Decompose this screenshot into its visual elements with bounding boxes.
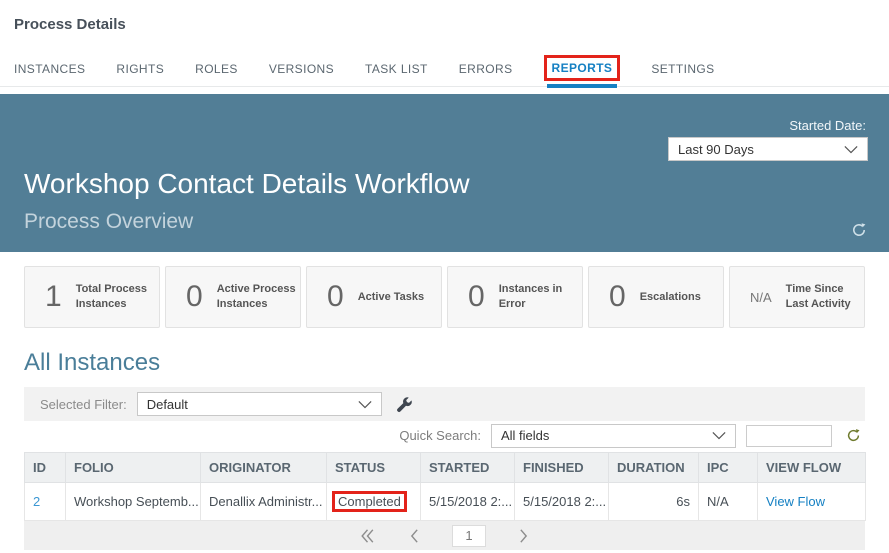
stat-escalations: 0 Escalations: [588, 266, 724, 328]
stat-label: Total Process Instances: [76, 282, 155, 312]
stat-value: 0: [327, 280, 344, 314]
stats-row: 1 Total Process Instances 0 Active Proce…: [24, 266, 865, 328]
started-date-label: Started Date:: [789, 118, 866, 133]
stat-label: Time Since Last Activity: [786, 282, 860, 312]
col-header-finished[interactable]: FINISHED: [515, 453, 609, 483]
finished-cell: 5/15/2018 2:...: [515, 483, 609, 521]
stat-label: Escalations: [640, 290, 701, 305]
tab-bar: INSTANCES RIGHTS ROLES VERSIONS TASK LIS…: [0, 55, 889, 87]
refresh-icon[interactable]: [851, 222, 867, 238]
tab-reports-label: REPORTS: [552, 61, 613, 75]
instance-id-link[interactable]: 2: [25, 483, 66, 521]
col-header-folio[interactable]: FOLIO: [66, 453, 201, 483]
col-header-duration[interactable]: DURATION: [609, 453, 699, 483]
stat-time-since-last-activity: N/A Time Since Last Activity: [729, 266, 865, 328]
wrench-icon[interactable]: [396, 396, 413, 413]
tab-reports[interactable]: REPORTS: [544, 55, 621, 86]
tab-settings[interactable]: SETTINGS: [651, 55, 714, 86]
ipc-cell: N/A: [699, 483, 758, 521]
tab-errors[interactable]: ERRORS: [459, 55, 513, 86]
red-annotation-box: Completed: [332, 491, 407, 512]
pagination-bar: 1: [24, 521, 865, 550]
stat-active-tasks: 0 Active Tasks: [306, 266, 442, 328]
filter-value: Default: [147, 397, 188, 412]
instances-table: ID FOLIO ORIGINATOR STATUS STARTED FINIS…: [24, 452, 866, 521]
table-row: 2 Workshop Septemb... Denallix Administr…: [25, 483, 866, 521]
next-page-icon[interactable]: [516, 528, 531, 544]
view-flow-link[interactable]: View Flow: [758, 483, 866, 521]
originator-cell: Denallix Administr...: [201, 483, 327, 521]
status-value: Completed: [338, 494, 401, 509]
current-page-box[interactable]: 1: [452, 525, 486, 547]
stat-label: Instances in Error: [499, 282, 578, 312]
stat-instances-in-error: 0 Instances in Error: [447, 266, 583, 328]
stat-value: 1: [45, 280, 62, 314]
status-cell: Completed: [327, 483, 421, 521]
tab-rights[interactable]: RIGHTS: [116, 55, 164, 86]
col-header-id[interactable]: ID: [25, 453, 66, 483]
col-header-originator[interactable]: ORIGINATOR: [201, 453, 327, 483]
process-overview-banner: Started Date: Last 90 Days Workshop Cont…: [0, 94, 889, 252]
previous-page-icon[interactable]: [407, 528, 422, 544]
search-refresh-icon[interactable]: [846, 428, 861, 443]
tab-instances[interactable]: INSTANCES: [14, 55, 85, 86]
page-title: Process Details: [0, 0, 889, 33]
red-annotation-box: REPORTS: [544, 55, 621, 81]
col-header-ipc[interactable]: IPC: [699, 453, 758, 483]
stat-value: 0: [609, 280, 626, 314]
duration-cell: 6s: [609, 483, 699, 521]
filter-bar: Selected Filter: Default: [24, 387, 865, 421]
table-header-row: ID FOLIO ORIGINATOR STATUS STARTED FINIS…: [25, 453, 866, 483]
first-page-icon[interactable]: [358, 528, 377, 544]
filter-dropdown[interactable]: Default: [137, 392, 382, 416]
quick-search-field-value: All fields: [501, 428, 549, 443]
tab-task-list[interactable]: TASK LIST: [365, 55, 428, 86]
chevron-down-icon: [844, 145, 858, 154]
banner-subtitle: Process Overview: [24, 210, 193, 234]
quick-search-field-dropdown[interactable]: All fields: [491, 424, 736, 448]
chevron-down-icon: [712, 431, 726, 440]
started-date-value: Last 90 Days: [678, 142, 754, 157]
stat-label: Active Process Instances: [217, 282, 296, 312]
selected-filter-label: Selected Filter:: [40, 397, 127, 412]
stat-value: 0: [186, 280, 203, 314]
tab-roles[interactable]: ROLES: [195, 55, 238, 86]
quick-search-row: Quick Search: All fields: [24, 421, 865, 450]
col-header-status[interactable]: STATUS: [327, 453, 421, 483]
col-header-started[interactable]: STARTED: [421, 453, 515, 483]
quick-search-input[interactable]: [746, 425, 832, 447]
stat-active-process-instances: 0 Active Process Instances: [165, 266, 301, 328]
started-cell: 5/15/2018 2:...: [421, 483, 515, 521]
workflow-title: Workshop Contact Details Workflow: [24, 168, 470, 200]
tab-versions[interactable]: VERSIONS: [269, 55, 334, 86]
col-header-view-flow[interactable]: VIEW FLOW: [758, 453, 866, 483]
stat-value: 0: [468, 280, 485, 314]
stat-total-process-instances: 1 Total Process Instances: [24, 266, 160, 328]
stat-label: Active Tasks: [358, 290, 424, 305]
started-date-dropdown[interactable]: Last 90 Days: [668, 137, 868, 161]
all-instances-heading: All Instances: [24, 349, 865, 377]
stat-value: N/A: [750, 290, 772, 305]
folio-cell: Workshop Septemb...: [66, 483, 201, 521]
chevron-down-icon: [358, 400, 372, 409]
quick-search-label: Quick Search:: [399, 428, 481, 443]
